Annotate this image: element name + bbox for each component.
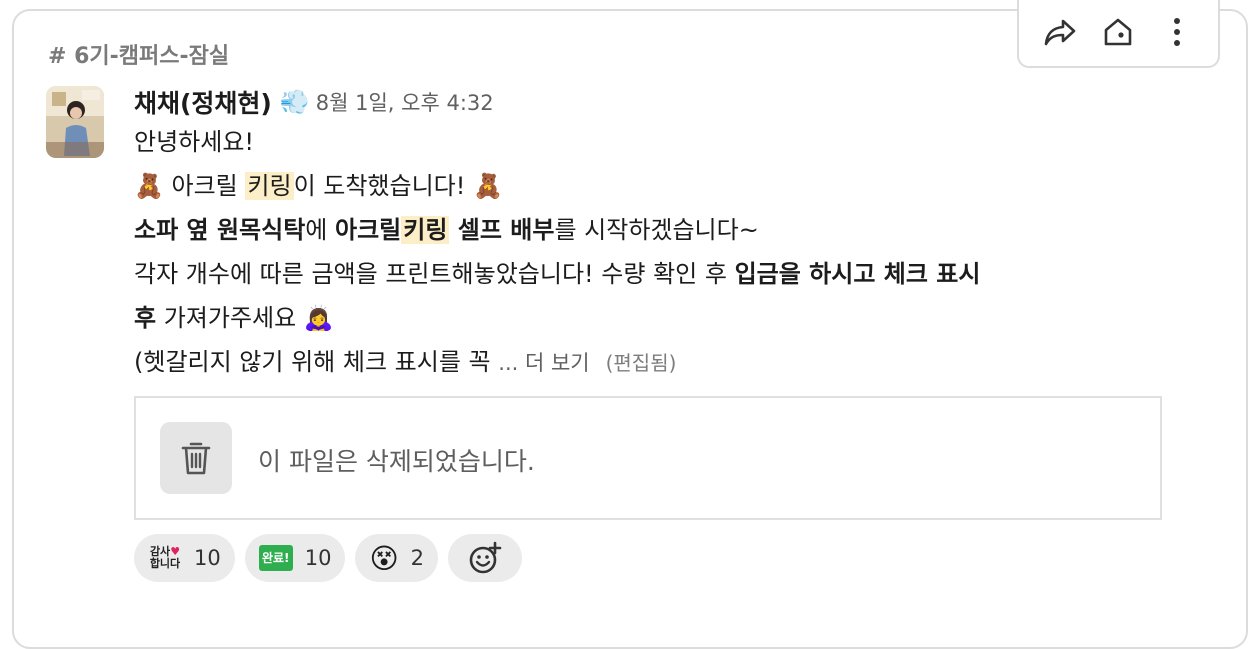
bowing-woman-emoji: 🙇‍♀️ xyxy=(303,304,334,332)
thanks-emoji: 감사♥ 합니다 xyxy=(148,541,182,575)
show-more-link[interactable]: ... 더 보기 xyxy=(498,351,589,375)
trash-icon xyxy=(181,442,211,475)
message-text: 이 도착했습니다! xyxy=(293,172,474,200)
timestamp[interactable]: 8월 1일, 오후 4:32 xyxy=(316,87,494,117)
message-text: 가져가주세요 xyxy=(156,304,304,332)
reaction-count: 2 xyxy=(410,546,425,570)
avatar[interactable] xyxy=(46,86,104,158)
bold-text: 후 xyxy=(134,304,157,332)
share-button[interactable] xyxy=(1037,9,1083,55)
message-text: 에 xyxy=(305,216,335,244)
bold-text: 아크릴 xyxy=(335,216,402,244)
message-text: (헷갈리지 않기 위해 체크 표시를 꼭 xyxy=(134,348,499,376)
bold-text: 소파 옆 원목식탁 xyxy=(134,216,306,244)
message-header: 채채(정채현) 💨 8월 1일, 오후 4:32 xyxy=(134,84,1174,120)
edited-label: (편집됨) xyxy=(605,351,677,375)
deleted-file-message: 이 파일은 삭제되었습니다. xyxy=(258,447,535,476)
keyword-highlight: 키링 xyxy=(401,216,450,244)
message-text: 안녕하세요! xyxy=(134,128,255,156)
keyword-highlight: 키링 xyxy=(245,172,294,200)
message-line-4: 각자 개수에 따른 금액을 프린트해놓았습니다! 수량 확인 후 입금을 하시고… xyxy=(134,252,1174,296)
author-name[interactable]: 채채(정채현) xyxy=(134,84,272,120)
bold-text: 셀프 배부 xyxy=(449,216,555,244)
message-text: 각자 개수에 따른 금액을 프린트해놓았습니다! 수량 확인 후 xyxy=(134,260,735,288)
deleted-file-attachment: 이 파일은 삭제되었습니다. xyxy=(134,396,1162,520)
message-text: 아크릴 xyxy=(163,172,246,200)
reactions-bar: 감사♥ 합니다 10 완료! 10 😵 2 xyxy=(134,534,523,582)
share-icon xyxy=(1044,19,1076,46)
message-line-5: 후 가져가주세요 🙇‍♀️ xyxy=(134,296,1174,340)
add-reaction-button[interactable] xyxy=(448,534,523,582)
channel-home-button[interactable] xyxy=(1095,9,1141,55)
message-line-3: 소파 옆 원목식탁에 아크릴키링 셀프 배부를 시작하겠습니다~ xyxy=(134,208,1174,252)
reaction-thanks[interactable]: 감사♥ 합니다 10 xyxy=(134,534,235,582)
teddy-bear-emoji: 🧸 xyxy=(134,172,164,200)
more-vertical-icon xyxy=(1173,18,1180,46)
reaction-dizzy[interactable]: 😵 2 xyxy=(355,534,439,582)
teddy-bear-emoji: 🧸 xyxy=(473,172,503,200)
deleted-file-thumbnail xyxy=(160,422,232,494)
reaction-count: 10 xyxy=(194,546,221,570)
add-reaction-icon xyxy=(469,541,502,574)
thanks-emoji-text-bottom: 합니다 xyxy=(149,557,181,570)
bold-text: 입금을 하시고 체크 표시 xyxy=(734,260,981,288)
message-line-6: (헷갈리지 않기 위해 체크 표시를 꼭 ... 더 보기 (편집됨) xyxy=(134,340,1174,385)
message-line-1: 안녕하세요! xyxy=(134,120,1174,164)
channel-home-icon xyxy=(1105,18,1132,46)
message: 채채(정채현) 💨 8월 1일, 오후 4:32 안녕하세요! 🧸 아크릴 키링… xyxy=(134,84,1174,385)
done-emoji: 완료! xyxy=(258,545,293,571)
more-button[interactable] xyxy=(1154,9,1200,55)
channel-name[interactable]: # 6기-캠퍼스-잠실 xyxy=(48,38,229,70)
message-actions-toolbar xyxy=(1017,0,1220,68)
reaction-count: 10 xyxy=(304,546,332,570)
status-emoji[interactable]: 💨 xyxy=(280,88,310,116)
message-line-2: 🧸 아크릴 키링이 도착했습니다! 🧸 xyxy=(134,164,1174,208)
message-text: 를 시작하겠습니다~ xyxy=(554,216,759,244)
dizzy-face-emoji: 😵 xyxy=(369,541,399,575)
reaction-done[interactable]: 완료! 10 xyxy=(244,534,346,582)
